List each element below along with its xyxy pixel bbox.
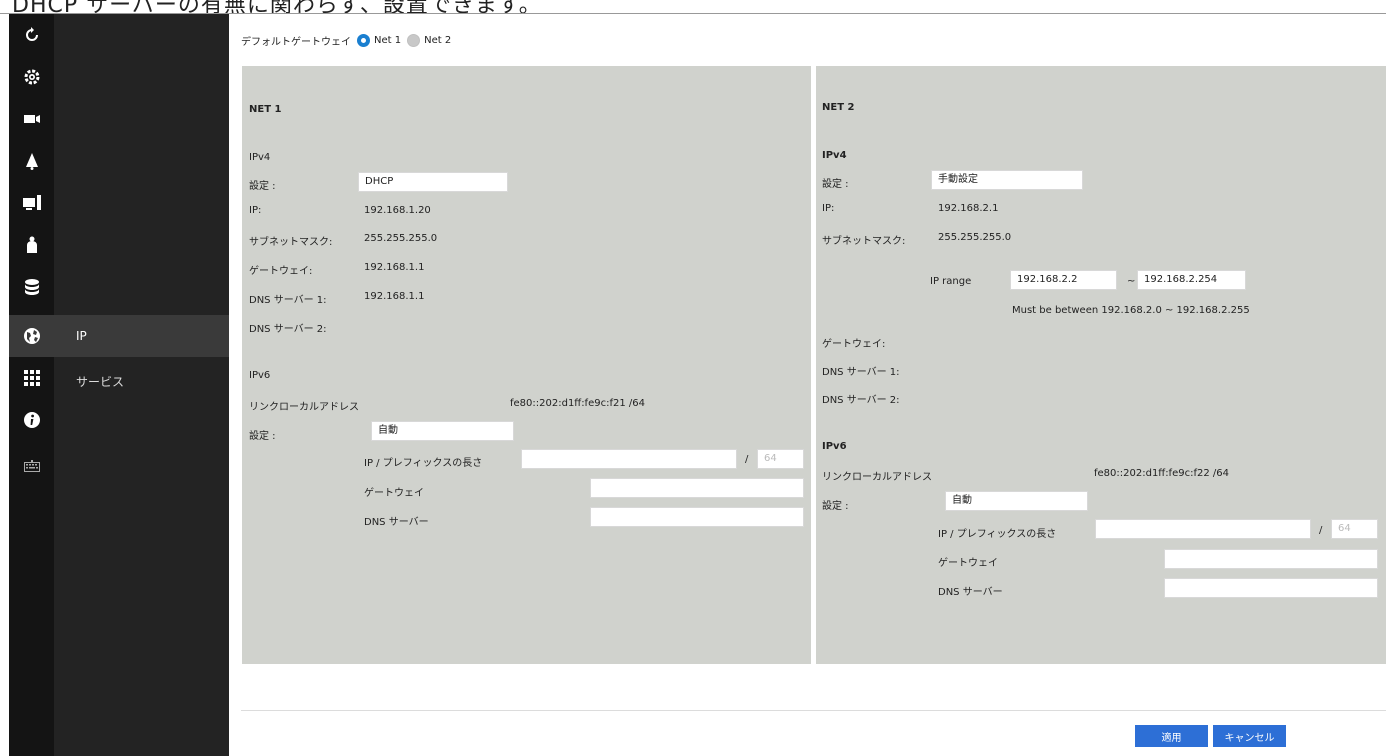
net2-ipv6-setting-select[interactable]: 自動 [945, 491, 1088, 511]
net2-range-label: IP range [930, 276, 972, 287]
net2-ipv6-gateway-label: ゲートウェイ [938, 558, 998, 569]
net2-ipv6-gateway-input[interactable] [1164, 549, 1378, 569]
net2-radio-label[interactable]: Net 2 [424, 35, 451, 46]
top-caption: DHCP サーバーの有無に関わらず、設置できます。 [12, 0, 542, 14]
net1-title: NET 1 [249, 104, 282, 115]
globe-icon[interactable] [9, 315, 54, 357]
net2-gateway-label: ゲートウェイ: [822, 339, 886, 350]
net1-ipv6-setting-label: 設定 : [249, 431, 276, 442]
net2-range-end-input[interactable]: 192.168.2.254 [1137, 270, 1246, 290]
net1-link-local-value: fe80::202:d1ff:fe9c:f21 /64 [510, 398, 645, 409]
net1-ipv6-setting-select[interactable]: 自動 [371, 421, 514, 441]
net1-link-local-label: リンクローカルアドレス [249, 402, 359, 413]
net2-range-start-input[interactable]: 192.168.2.2 [1010, 270, 1117, 290]
camera-icon[interactable] [9, 98, 54, 140]
net1-gateway-label: ゲートウェイ: [249, 266, 313, 277]
net1-subnet-value: 255.255.255.0 [364, 233, 438, 244]
net1-subnet-label: サブネットマスク: [249, 237, 333, 248]
net1-ipv6-address-input[interactable] [521, 449, 737, 469]
net1-prefix-separator: / [745, 454, 749, 465]
net2-ipv4-setting-label: 設定 : [822, 179, 849, 190]
net1-panel: NET 1 IPv4 設定 : DHCP IP: 192.168.1.20 サブ… [242, 66, 811, 664]
refresh-icon[interactable] [9, 14, 54, 56]
net1-radio[interactable] [357, 33, 370, 47]
net1-ipv4-heading: IPv4 [249, 152, 271, 163]
net1-ipv6-dns-label: DNS サーバー [364, 517, 429, 528]
net1-ipv4-setting-select[interactable]: DHCP [358, 172, 508, 192]
net2-dns2-label: DNS サーバー 2: [822, 395, 900, 406]
net1-ipv6-dns-input[interactable] [590, 507, 804, 527]
default-gateway-label: デフォルトゲートウェイ [241, 36, 351, 48]
net2-ipv6-setting-label: 設定 : [822, 501, 849, 512]
footer-divider [241, 710, 1386, 711]
net2-ipv4-setting-select[interactable]: 手動設定 [931, 170, 1083, 190]
default-gateway-selector: デフォルトゲートウェイ Net 1 Net 2 [241, 32, 451, 48]
database-icon[interactable] [9, 266, 54, 308]
net2-panel: NET 2 IPv4 設定 : 手動設定 IP: 192.168.2.1 サブネ… [816, 66, 1386, 664]
net2-ipv6-heading: IPv6 [822, 441, 847, 452]
nav-panel: IP サービス [54, 14, 229, 756]
nav-item-label: サービス [76, 374, 125, 389]
net2-title: NET 2 [822, 102, 855, 113]
net2-prefix-separator: / [1319, 525, 1323, 536]
net1-ip-value: 192.168.1.20 [364, 205, 431, 216]
top-caption-strip: DHCP サーバーの有無に関わらず、設置できます。 [0, 0, 1386, 14]
net2-ipv6-dns-label: DNS サーバー [938, 587, 1003, 598]
info-icon[interactable] [9, 399, 54, 441]
grid-icon[interactable] [9, 357, 54, 399]
net2-range-note: Must be between 192.168.2.0 ~ 192.168.2.… [1012, 305, 1250, 316]
net2-subnet-value: 255.255.255.0 [938, 232, 1012, 243]
nav-item-services[interactable]: サービス [54, 360, 229, 402]
net2-ipv6-dns-input[interactable] [1164, 578, 1378, 598]
display-icon[interactable] [9, 182, 54, 224]
net1-ipv6-gateway-input[interactable] [590, 478, 804, 498]
net1-ip-label: IP: [249, 205, 262, 216]
nav-item-label: IP [76, 329, 87, 343]
cancel-button[interactable]: キャンセル [1213, 725, 1286, 747]
net1-dns2-label: DNS サーバー 2: [249, 324, 327, 335]
net2-ip-label: IP: [822, 203, 835, 214]
net2-link-local-value: fe80::202:d1ff:fe9c:f22 /64 [1094, 468, 1229, 479]
gear-icon[interactable] [9, 56, 54, 98]
net1-ipv6-heading: IPv6 [249, 370, 271, 381]
nav-item-ip[interactable]: IP [54, 315, 229, 357]
apply-button[interactable]: 適用 [1135, 725, 1208, 747]
net1-dns1-label: DNS サーバー 1: [249, 295, 327, 306]
net2-subnet-label: サブネットマスク: [822, 236, 906, 247]
net2-prefix-label: IP / プレフィックスの長さ [938, 529, 1057, 540]
icon-sidebar [9, 14, 54, 756]
net1-dns1-value: 192.168.1.1 [364, 291, 425, 302]
main-content: デフォルトゲートウェイ Net 1 Net 2 NET 1 IPv4 設定 : … [229, 14, 1386, 756]
net2-radio[interactable] [407, 33, 421, 47]
net1-radio-label[interactable]: Net 1 [374, 35, 401, 46]
net1-ipv6-gateway-label: ゲートウェイ [364, 488, 424, 499]
net2-link-local-label: リンクローカルアドレス [822, 472, 932, 483]
net2-prefix-length-input[interactable]: 64 [1331, 519, 1378, 539]
net1-ipv4-setting-label: 設定 : [249, 181, 276, 192]
net1-gateway-value: 192.168.1.1 [364, 262, 425, 273]
net1-prefix-label: IP / プレフィックスの長さ [364, 458, 483, 469]
net2-range-separator: ~ [1127, 276, 1136, 287]
net2-ipv4-heading: IPv4 [822, 150, 847, 161]
person-icon[interactable] [9, 224, 54, 266]
net1-prefix-length-input[interactable]: 64 [757, 449, 804, 469]
net2-ip-value: 192.168.2.1 [938, 203, 999, 214]
alarm-bell-icon[interactable] [9, 140, 54, 182]
net2-dns1-label: DNS サーバー 1: [822, 367, 900, 378]
net2-ipv6-address-input[interactable] [1095, 519, 1311, 539]
keyboard-icon[interactable] [9, 445, 54, 487]
